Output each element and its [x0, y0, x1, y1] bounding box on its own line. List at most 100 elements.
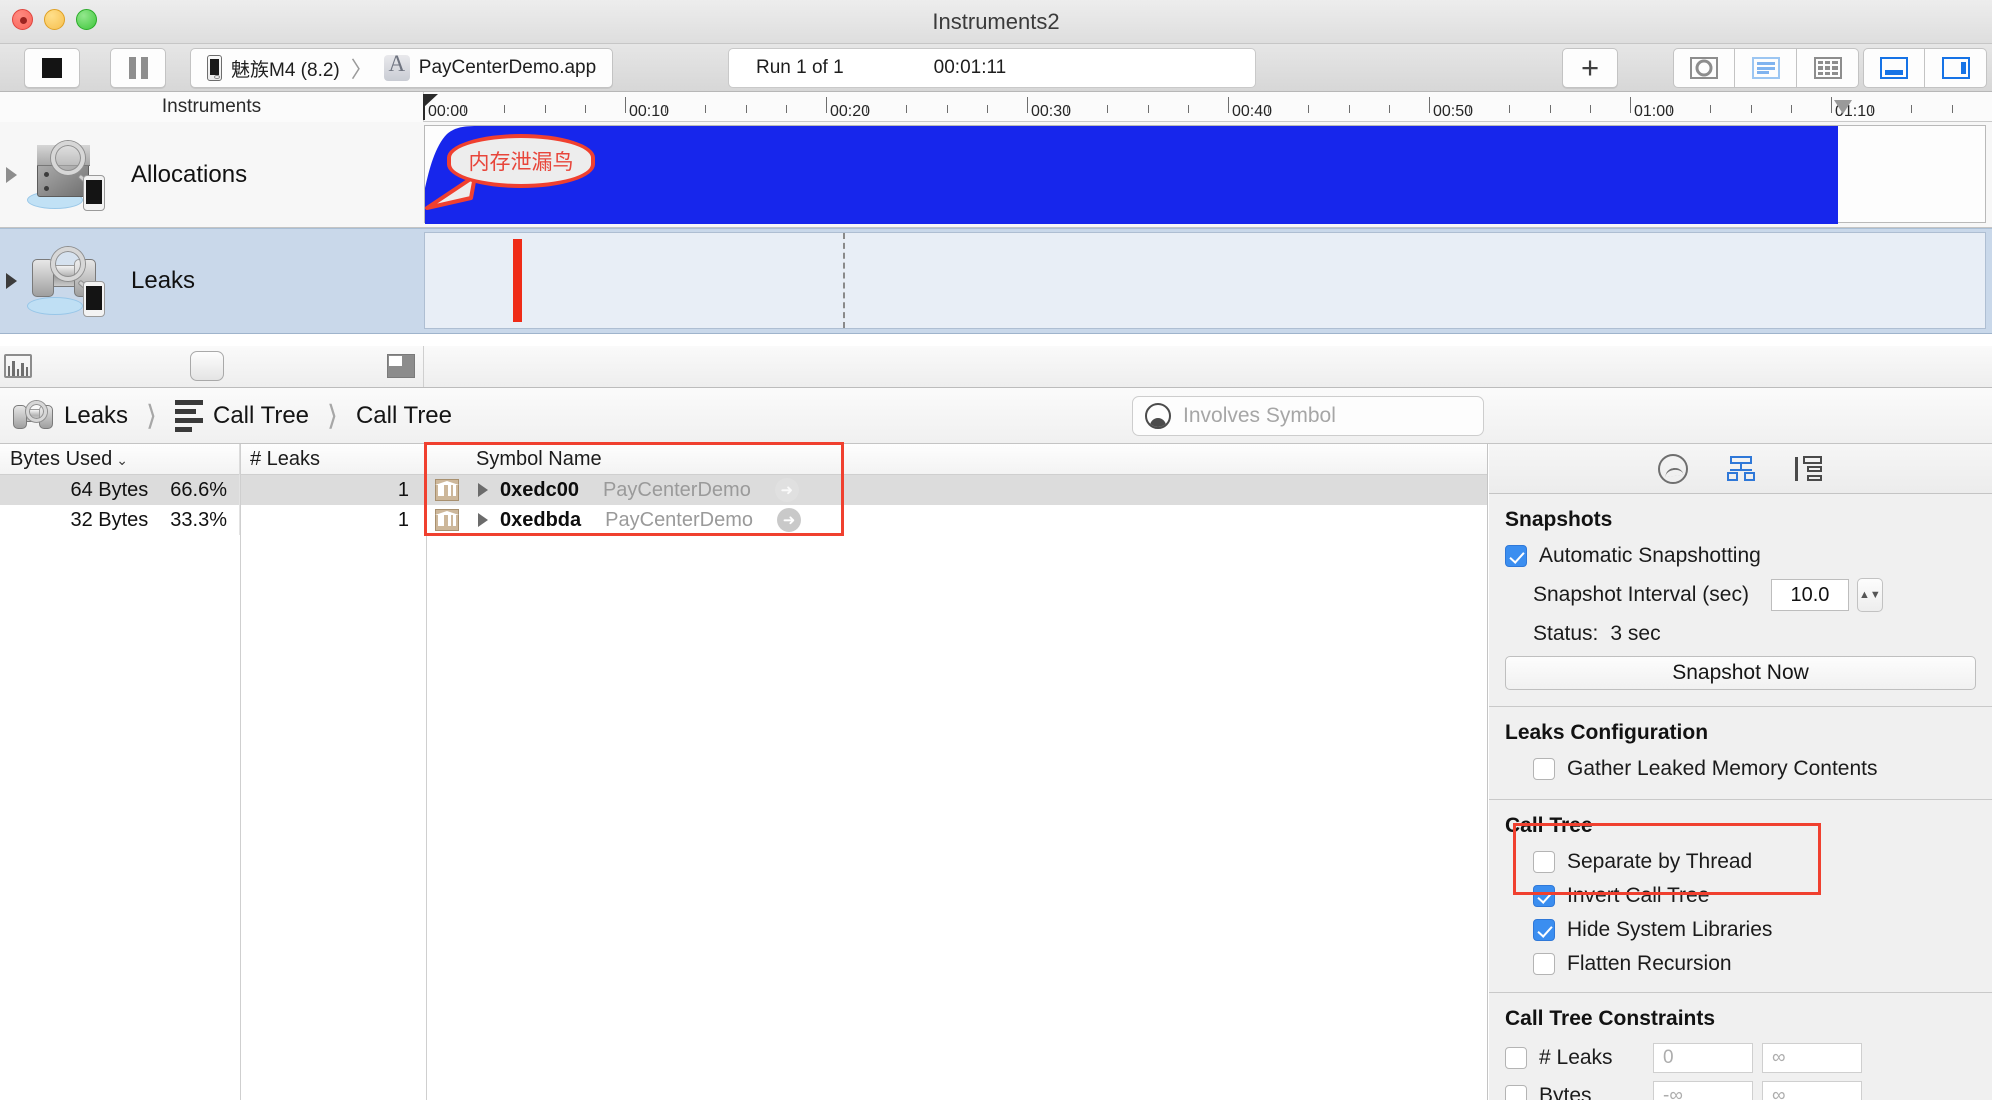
list-icon: [1751, 57, 1780, 79]
snapshot-now-button[interactable]: Snapshot Now: [1505, 656, 1976, 690]
ruler-minor-tick: [1107, 105, 1109, 113]
add-instrument-button[interactable]: +: [1562, 48, 1618, 88]
toggle-right-panel-button[interactable]: [1925, 48, 1987, 88]
app-name: PayCenterDemo.app: [418, 57, 597, 78]
disclosure-triangle-icon[interactable]: [6, 273, 17, 289]
cell-num-leaks: 1: [240, 505, 426, 535]
status-row: Status: 3 sec: [1533, 622, 1992, 646]
snapshot-interval-input[interactable]: 10.0: [1770, 579, 1849, 611]
disclosure-triangle-icon[interactable]: [478, 483, 488, 497]
disclosure-triangle-icon[interactable]: [6, 166, 17, 183]
cell-bytes-used: 32 Bytes 33.3%: [0, 505, 240, 535]
zoom-button[interactable]: [76, 9, 97, 30]
leak-event-marker[interactable]: [513, 239, 522, 322]
ruler-minor-tick: [1750, 105, 1752, 113]
constraint-bytes: Bytes -∞ ∞: [1505, 1081, 1992, 1100]
checkbox-icon[interactable]: [1533, 851, 1555, 873]
column-header-bytes-used[interactable]: Bytes Used ⌄: [0, 443, 240, 475]
status-value: 3 sec: [1610, 622, 1661, 645]
stop-button[interactable]: [24, 48, 80, 88]
checkbox-checked-icon[interactable]: [1533, 919, 1555, 941]
track-allocations[interactable]: Allocations: [0, 122, 1992, 228]
filter-icon[interactable]: [1145, 403, 1171, 429]
tab-display-settings[interactable]: [1724, 453, 1758, 485]
snapshot-interval-stepper[interactable]: ▲▼: [1856, 578, 1883, 612]
close-button[interactable]: [12, 9, 33, 30]
track-allocations-graph[interactable]: [424, 125, 1986, 224]
cell-badge: [426, 479, 468, 501]
option-label: Separate by Thread: [1567, 850, 1753, 873]
checkbox-checked-icon[interactable]: [1533, 885, 1555, 907]
option-invert-call-tree[interactable]: Invert Call Tree: [1533, 884, 1992, 908]
tab-record-settings[interactable]: [1656, 453, 1690, 485]
list-view-button[interactable]: [1735, 48, 1797, 88]
bytes-max-input[interactable]: ∞: [1762, 1081, 1862, 1100]
ruler-minor-tick: [906, 105, 908, 113]
window-title: Instruments2: [932, 9, 1060, 34]
column-divider[interactable]: [426, 444, 427, 1100]
column-header-num-leaks[interactable]: # Leaks: [240, 443, 426, 475]
option-gather-leaked-memory[interactable]: Gather Leaked Memory Contents: [1533, 757, 1992, 781]
run-status-field[interactable]: Run 1 of 1 00:01:11: [728, 48, 1256, 88]
section-title: Call Tree Constraints: [1505, 1007, 1716, 1030]
search-field[interactable]: Involves Symbol: [1132, 396, 1484, 436]
breadcrumb-item-leaks[interactable]: Leaks: [13, 400, 128, 431]
checkbox-checked-icon[interactable]: [1505, 545, 1527, 567]
pause-button[interactable]: [110, 48, 166, 88]
checkbox-icon[interactable]: [1505, 1085, 1527, 1100]
grid-view-button[interactable]: [1797, 48, 1859, 88]
panel-toggle-segmented-control: [1863, 48, 1987, 88]
track-leaks-graph[interactable]: [424, 232, 1986, 329]
allocations-area-graph: [425, 126, 1838, 224]
constraint-label-wrap[interactable]: Bytes: [1505, 1084, 1653, 1100]
breadcrumb-item-call-tree-2[interactable]: Call Tree: [356, 402, 452, 430]
cell-badge: [426, 509, 468, 531]
ruler-tick-label: 01:00: [1634, 103, 1675, 120]
timeline-ruler[interactable]: 00:00 00:10 00:20 00:30 00:40 00:50 01:00 01:10: [424, 92, 1992, 122]
inspector-panel: Snapshots Automatic Snapshotting Snapsho…: [1489, 444, 1992, 1100]
chevron-right-icon: ⟩: [146, 400, 157, 431]
ruler-minor-tick: [544, 105, 546, 113]
track-leaks[interactable]: Leaks: [0, 228, 1992, 334]
tab-extended-detail[interactable]: [1792, 453, 1826, 485]
minimize-button[interactable]: [44, 9, 65, 30]
ruler-minor-tick: [1790, 105, 1792, 113]
target-selector[interactable]: 魅族M4 (8.2) 〉 PayCenterDemo.app: [190, 48, 614, 88]
option-hide-system-libraries[interactable]: Hide System Libraries: [1533, 918, 1992, 942]
ruler-tick-label: 00:50: [1433, 103, 1474, 120]
settings-view-button[interactable]: [1673, 48, 1735, 88]
histogram-icon[interactable]: [4, 354, 32, 378]
playhead-start-marker[interactable]: [423, 94, 438, 120]
checkbox-icon[interactable]: [1533, 758, 1555, 780]
ruler-minor-tick: [1589, 105, 1591, 113]
option-separate-by-thread[interactable]: Separate by Thread: [1533, 850, 1992, 874]
column-divider[interactable]: [240, 444, 241, 1100]
checkbox-icon[interactable]: [1533, 953, 1555, 975]
jump-to-source-button[interactable]: ➜: [777, 508, 801, 532]
bytes-value: 64 Bytes: [70, 478, 149, 501]
num-leaks-min-input[interactable]: 0: [1653, 1043, 1753, 1073]
detail-toggle-icon[interactable]: [387, 354, 415, 378]
option-label: Hide System Libraries: [1567, 918, 1773, 941]
symbol-address: 0xedc00: [500, 478, 579, 501]
ruler-minor-tick: [986, 105, 988, 113]
constraint-label-wrap[interactable]: # Leaks: [1505, 1046, 1653, 1070]
option-flatten-recursion[interactable]: Flatten Recursion: [1533, 952, 1992, 976]
toolbar: 魅族M4 (8.2) 〉 PayCenterDemo.app Run 1 of …: [0, 44, 1992, 92]
checkbox-icon[interactable]: [1505, 1047, 1527, 1069]
jump-to-source-button[interactable]: ➜: [774, 478, 799, 502]
column-header-symbol-name[interactable]: Symbol Name: [468, 444, 1487, 475]
toggle-bottom-panel-button[interactable]: [1863, 48, 1925, 88]
playhead-current-marker[interactable]: [1834, 100, 1852, 114]
table-row[interactable]: 64 Bytes 66.6% 1 0xedc00 PayCenterDemo ➜: [0, 475, 1487, 505]
num-leaks-max-input[interactable]: ∞: [1762, 1043, 1862, 1073]
zoom-slider-knob[interactable]: [190, 351, 224, 381]
pause-icon: [128, 57, 148, 79]
ruler-minor-tick: [946, 105, 948, 113]
table-row[interactable]: 32 Bytes 33.3% 1 0xedbda PayCenterDemo ➜: [0, 505, 1487, 535]
constraint-num-leaks: # Leaks 0 ∞: [1505, 1043, 1992, 1073]
bytes-min-input[interactable]: -∞: [1653, 1081, 1753, 1100]
disclosure-triangle-icon[interactable]: [478, 513, 488, 527]
option-automatic-snapshotting[interactable]: Automatic Snapshotting: [1505, 544, 1992, 568]
breadcrumb-item-call-tree[interactable]: Call Tree: [174, 399, 309, 432]
